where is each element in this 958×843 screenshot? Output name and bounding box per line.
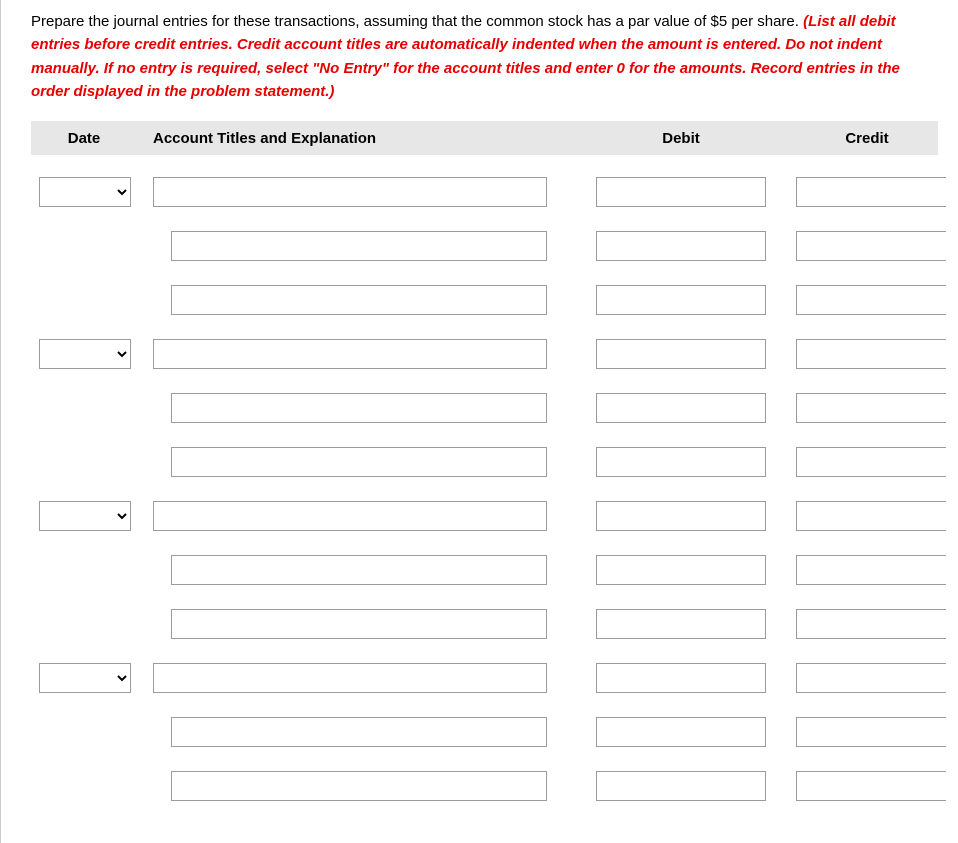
account-title-input[interactable] xyxy=(171,609,547,639)
entry-block xyxy=(31,661,938,803)
credit-input[interactable] xyxy=(796,771,946,801)
table-row xyxy=(31,769,938,803)
table-row xyxy=(31,445,938,479)
date-select[interactable] xyxy=(39,339,131,369)
table-row xyxy=(31,283,938,317)
instructions-text: Prepare the journal entries for these tr… xyxy=(31,10,938,103)
table-header-row: Date Account Titles and Explanation Debi… xyxy=(31,121,938,155)
instructions-normal: Prepare the journal entries for these tr… xyxy=(31,13,803,30)
debit-input[interactable] xyxy=(596,339,766,369)
table-row xyxy=(31,175,938,209)
debit-input[interactable] xyxy=(596,447,766,477)
entry-block xyxy=(31,175,938,317)
journal-worksheet: Date Account Titles and Explanation Debi… xyxy=(31,121,938,803)
credit-input[interactable] xyxy=(796,717,946,747)
credit-input[interactable] xyxy=(796,555,946,585)
debit-input[interactable] xyxy=(596,501,766,531)
header-date: Date xyxy=(31,130,137,147)
table-row xyxy=(31,661,938,695)
debit-input[interactable] xyxy=(596,663,766,693)
credit-input[interactable] xyxy=(796,663,946,693)
table-row xyxy=(31,391,938,425)
account-title-input[interactable] xyxy=(171,771,547,801)
credit-input[interactable] xyxy=(796,609,946,639)
account-title-input[interactable] xyxy=(171,555,547,585)
debit-input[interactable] xyxy=(596,609,766,639)
credit-input[interactable] xyxy=(796,447,946,477)
account-title-input[interactable] xyxy=(153,501,547,531)
credit-input[interactable] xyxy=(796,231,946,261)
debit-input[interactable] xyxy=(596,231,766,261)
account-title-input[interactable] xyxy=(153,177,547,207)
date-select[interactable] xyxy=(39,501,131,531)
account-title-input[interactable] xyxy=(171,393,547,423)
debit-input[interactable] xyxy=(596,177,766,207)
debit-input[interactable] xyxy=(596,717,766,747)
date-select[interactable] xyxy=(39,663,131,693)
credit-input[interactable] xyxy=(796,285,946,315)
debit-input[interactable] xyxy=(596,393,766,423)
table-row xyxy=(31,337,938,371)
table-row xyxy=(31,499,938,533)
entry-block xyxy=(31,337,938,479)
debit-input[interactable] xyxy=(596,771,766,801)
account-title-input[interactable] xyxy=(171,447,547,477)
account-title-input[interactable] xyxy=(153,663,547,693)
debit-input[interactable] xyxy=(596,555,766,585)
credit-input[interactable] xyxy=(796,339,946,369)
entry-block xyxy=(31,499,938,641)
date-select[interactable] xyxy=(39,177,131,207)
table-row xyxy=(31,715,938,749)
header-debit: Debit xyxy=(596,130,766,147)
credit-input[interactable] xyxy=(796,501,946,531)
account-title-input[interactable] xyxy=(171,717,547,747)
table-row xyxy=(31,607,938,641)
table-row xyxy=(31,553,938,587)
header-credit: Credit xyxy=(796,130,938,147)
debit-input[interactable] xyxy=(596,285,766,315)
credit-input[interactable] xyxy=(796,177,946,207)
account-title-input[interactable] xyxy=(171,231,547,261)
account-title-input[interactable] xyxy=(153,339,547,369)
table-row xyxy=(31,229,938,263)
header-account: Account Titles and Explanation xyxy=(151,130,566,147)
account-title-input[interactable] xyxy=(171,285,547,315)
credit-input[interactable] xyxy=(796,393,946,423)
